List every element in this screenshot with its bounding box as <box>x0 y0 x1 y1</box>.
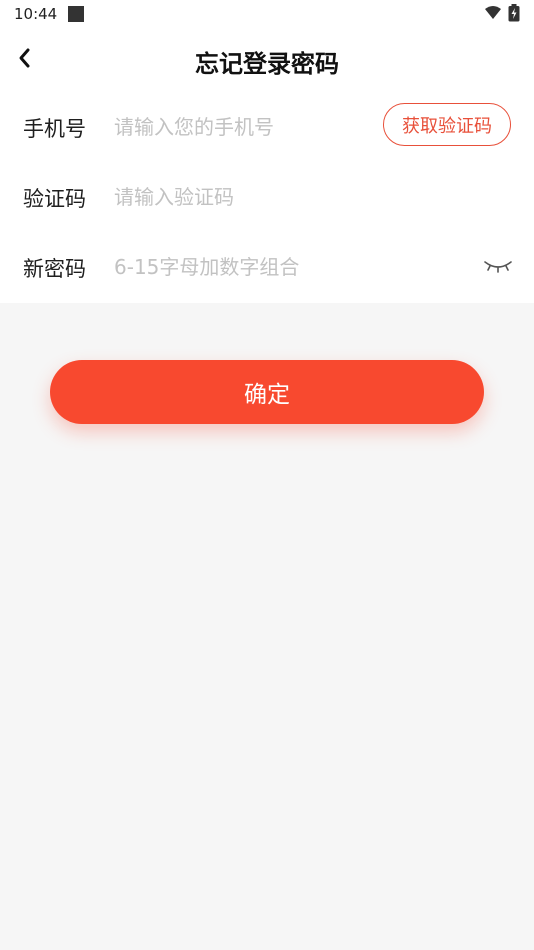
status-bar: 10:44 <box>0 0 534 28</box>
phone-label: 手机号 <box>23 117 86 141</box>
page-title: 忘记登录密码 <box>195 50 339 78</box>
nav-bar: 忘记登录密码 <box>0 28 534 92</box>
eye-closed-icon <box>484 261 512 273</box>
code-label: 验证码 <box>23 187 86 211</box>
phone-input[interactable] <box>114 108 370 146</box>
code-input[interactable] <box>114 178 504 216</box>
send-code-button[interactable]: 获取验证码 <box>383 103 511 146</box>
phone-row: 手机号 获取验证码 <box>0 92 534 162</box>
reset-password-form: 手机号 获取验证码 验证码 新密码 <box>0 92 534 303</box>
new-password-input[interactable] <box>114 248 464 286</box>
battery-charging-icon <box>508 4 520 22</box>
code-row: 验证码 <box>0 162 534 232</box>
wifi-icon <box>485 6 501 19</box>
password-visibility-toggle[interactable] <box>480 254 516 278</box>
notification-icon <box>68 6 84 22</box>
confirm-button[interactable]: 确定 <box>50 360 484 424</box>
password-row: 新密码 <box>0 232 534 302</box>
password-label: 新密码 <box>23 257 86 281</box>
status-time: 10:44 <box>14 5 58 23</box>
